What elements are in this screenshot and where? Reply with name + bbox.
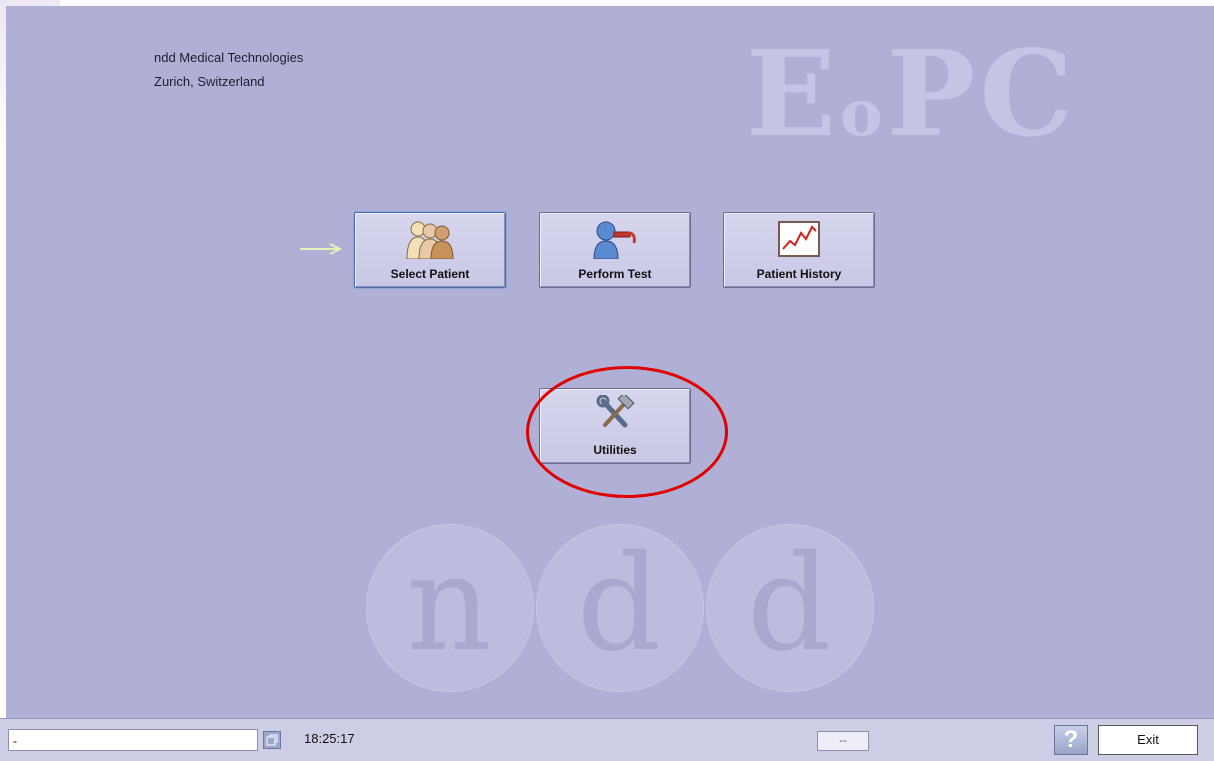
utilities-label: Utilities — [593, 443, 637, 457]
restore-button[interactable] — [263, 731, 281, 749]
spirometry-test-icon — [593, 221, 636, 259]
patient-history-label: Patient History — [756, 267, 842, 281]
tools-icon — [596, 395, 635, 428]
history-chart-icon — [778, 221, 820, 257]
status-indicator: -- — [817, 731, 869, 751]
status-bar: - 18:25:17 -- ? Exit — [0, 718, 1214, 761]
perform-test-button[interactable]: Perform Test — [539, 212, 691, 288]
watermark-pc: PC — [886, 24, 1078, 163]
restore-icon — [266, 734, 278, 746]
utilities-button[interactable]: Utilities — [539, 388, 691, 464]
select-patient-label: Select Patient — [390, 267, 470, 281]
selection-arrow-icon — [300, 243, 343, 255]
perform-test-label: Perform Test — [578, 267, 652, 281]
patients-icon — [406, 221, 454, 259]
company-name: ndd Medical Technologies — [154, 50, 304, 65]
brand-letter-n: n — [406, 527, 492, 681]
company-location: Zurich, Switzerland — [154, 74, 265, 89]
brand-letter-d1: d — [576, 527, 662, 681]
brand-letter-d2: d — [746, 527, 832, 681]
main-panel: ndd Medical Technologies Zurich, Switzer… — [6, 6, 1214, 718]
help-button[interactable]: ? — [1054, 725, 1088, 755]
select-patient-button[interactable]: Select Patient — [354, 212, 506, 288]
watermark-e: E — [746, 24, 840, 163]
patient-history-button[interactable]: Patient History — [723, 212, 875, 288]
watermark-o: o — [839, 76, 887, 151]
clock: 18:25:17 — [304, 731, 355, 746]
status-field: - — [8, 729, 258, 751]
company-info: ndd Medical Technologies Zurich, Switzer… — [154, 46, 303, 94]
product-watermark: EoPC — [746, 24, 1077, 184]
exit-button[interactable]: Exit — [1098, 725, 1198, 755]
